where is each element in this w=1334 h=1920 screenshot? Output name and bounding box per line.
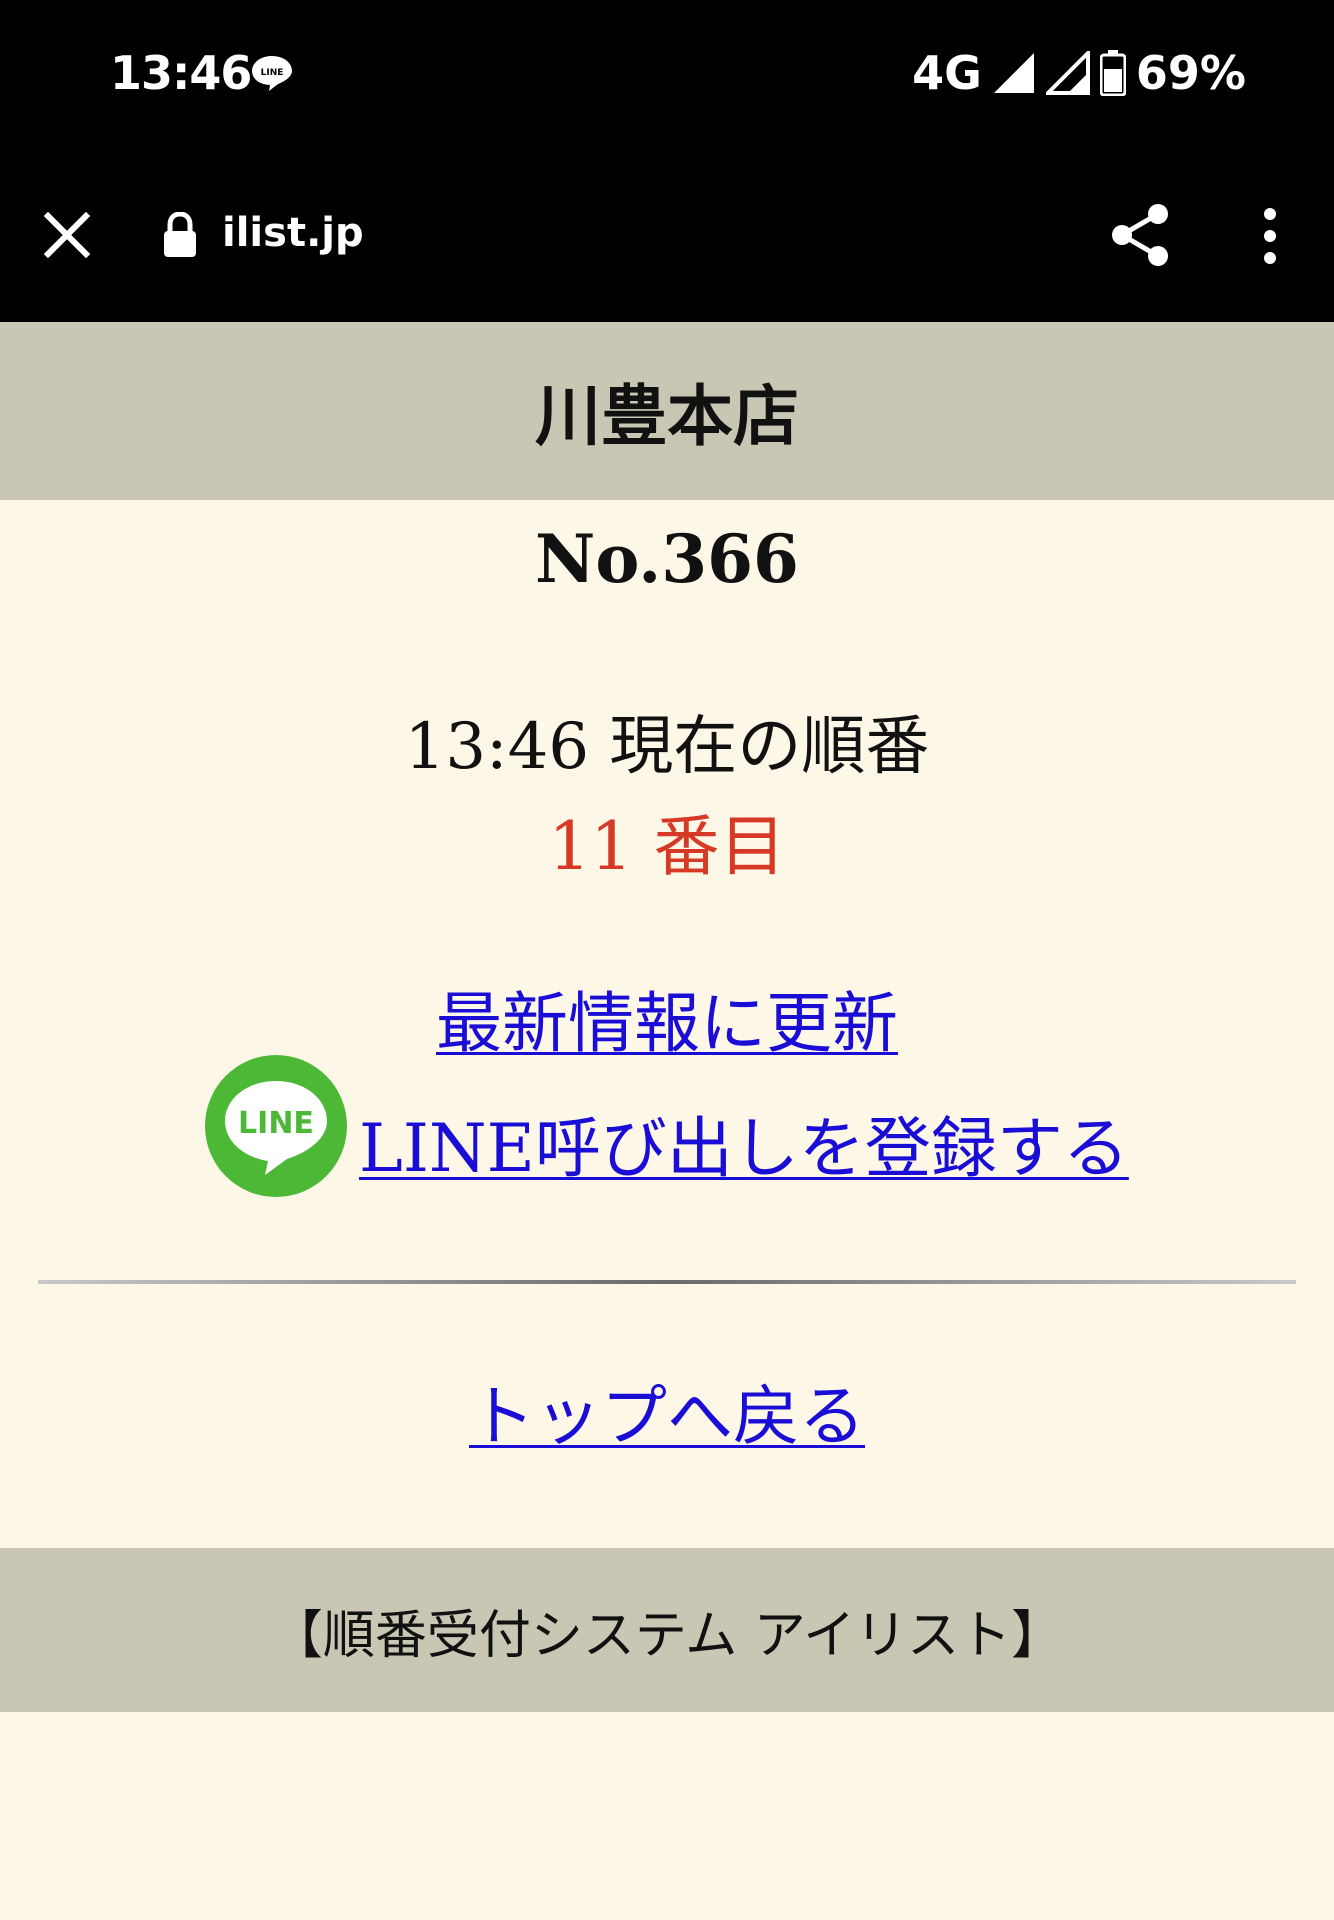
battery-level: 69% [1135, 46, 1246, 100]
network-type: 4G [912, 46, 982, 100]
line-notification-icon: LINE [252, 56, 292, 91]
more-vert-icon[interactable] [1250, 208, 1290, 264]
signal-icon [993, 53, 1034, 93]
refresh-link[interactable]: 最新情報に更新 [436, 985, 898, 1062]
divider [38, 1280, 1296, 1284]
top-link-row: トップへ戻る [0, 1363, 1334, 1459]
back-to-top-link[interactable]: トップへ戻る [469, 1378, 865, 1455]
ticket-number: No.366 [535, 520, 799, 598]
lock-icon [164, 212, 196, 257]
close-icon[interactable] [40, 208, 94, 262]
svg-text:LINE: LINE [261, 68, 284, 78]
page-header: 川豊本店 [0, 322, 1334, 500]
status-time: 13:46 [110, 46, 252, 100]
signal-icon-2 [1045, 51, 1090, 95]
refresh-link-row: 最新情報に更新 [0, 970, 1334, 1066]
queue-position: 11 番目 [548, 808, 786, 885]
page-footer: 【順番受付システム アイリスト】 [0, 1548, 1334, 1712]
line-register-link[interactable]: LINE呼び出しを登録する [359, 1095, 1129, 1197]
shop-name: 川豊本店 [535, 378, 799, 455]
share-icon[interactable] [1108, 202, 1174, 268]
status-text: 13:46 現在の順番 [404, 710, 930, 784]
status-indicators: 4G 69% [912, 46, 1246, 100]
battery-icon [1099, 50, 1126, 96]
footer-text: 【順番受付システム アイリスト】 [270, 1605, 1064, 1666]
line-logo-icon[interactable]: LINE [205, 1055, 347, 1197]
line-register-row: LINE LINE呼び出しを登録する [205, 1055, 1129, 1197]
browser-toolbar: ilist.jp [0, 150, 1334, 322]
status-bar: 13:46 LINE 4G 69% [0, 0, 1334, 150]
url-text[interactable]: ilist.jp [222, 210, 364, 256]
line-logo-text: LINE [238, 1106, 314, 1141]
